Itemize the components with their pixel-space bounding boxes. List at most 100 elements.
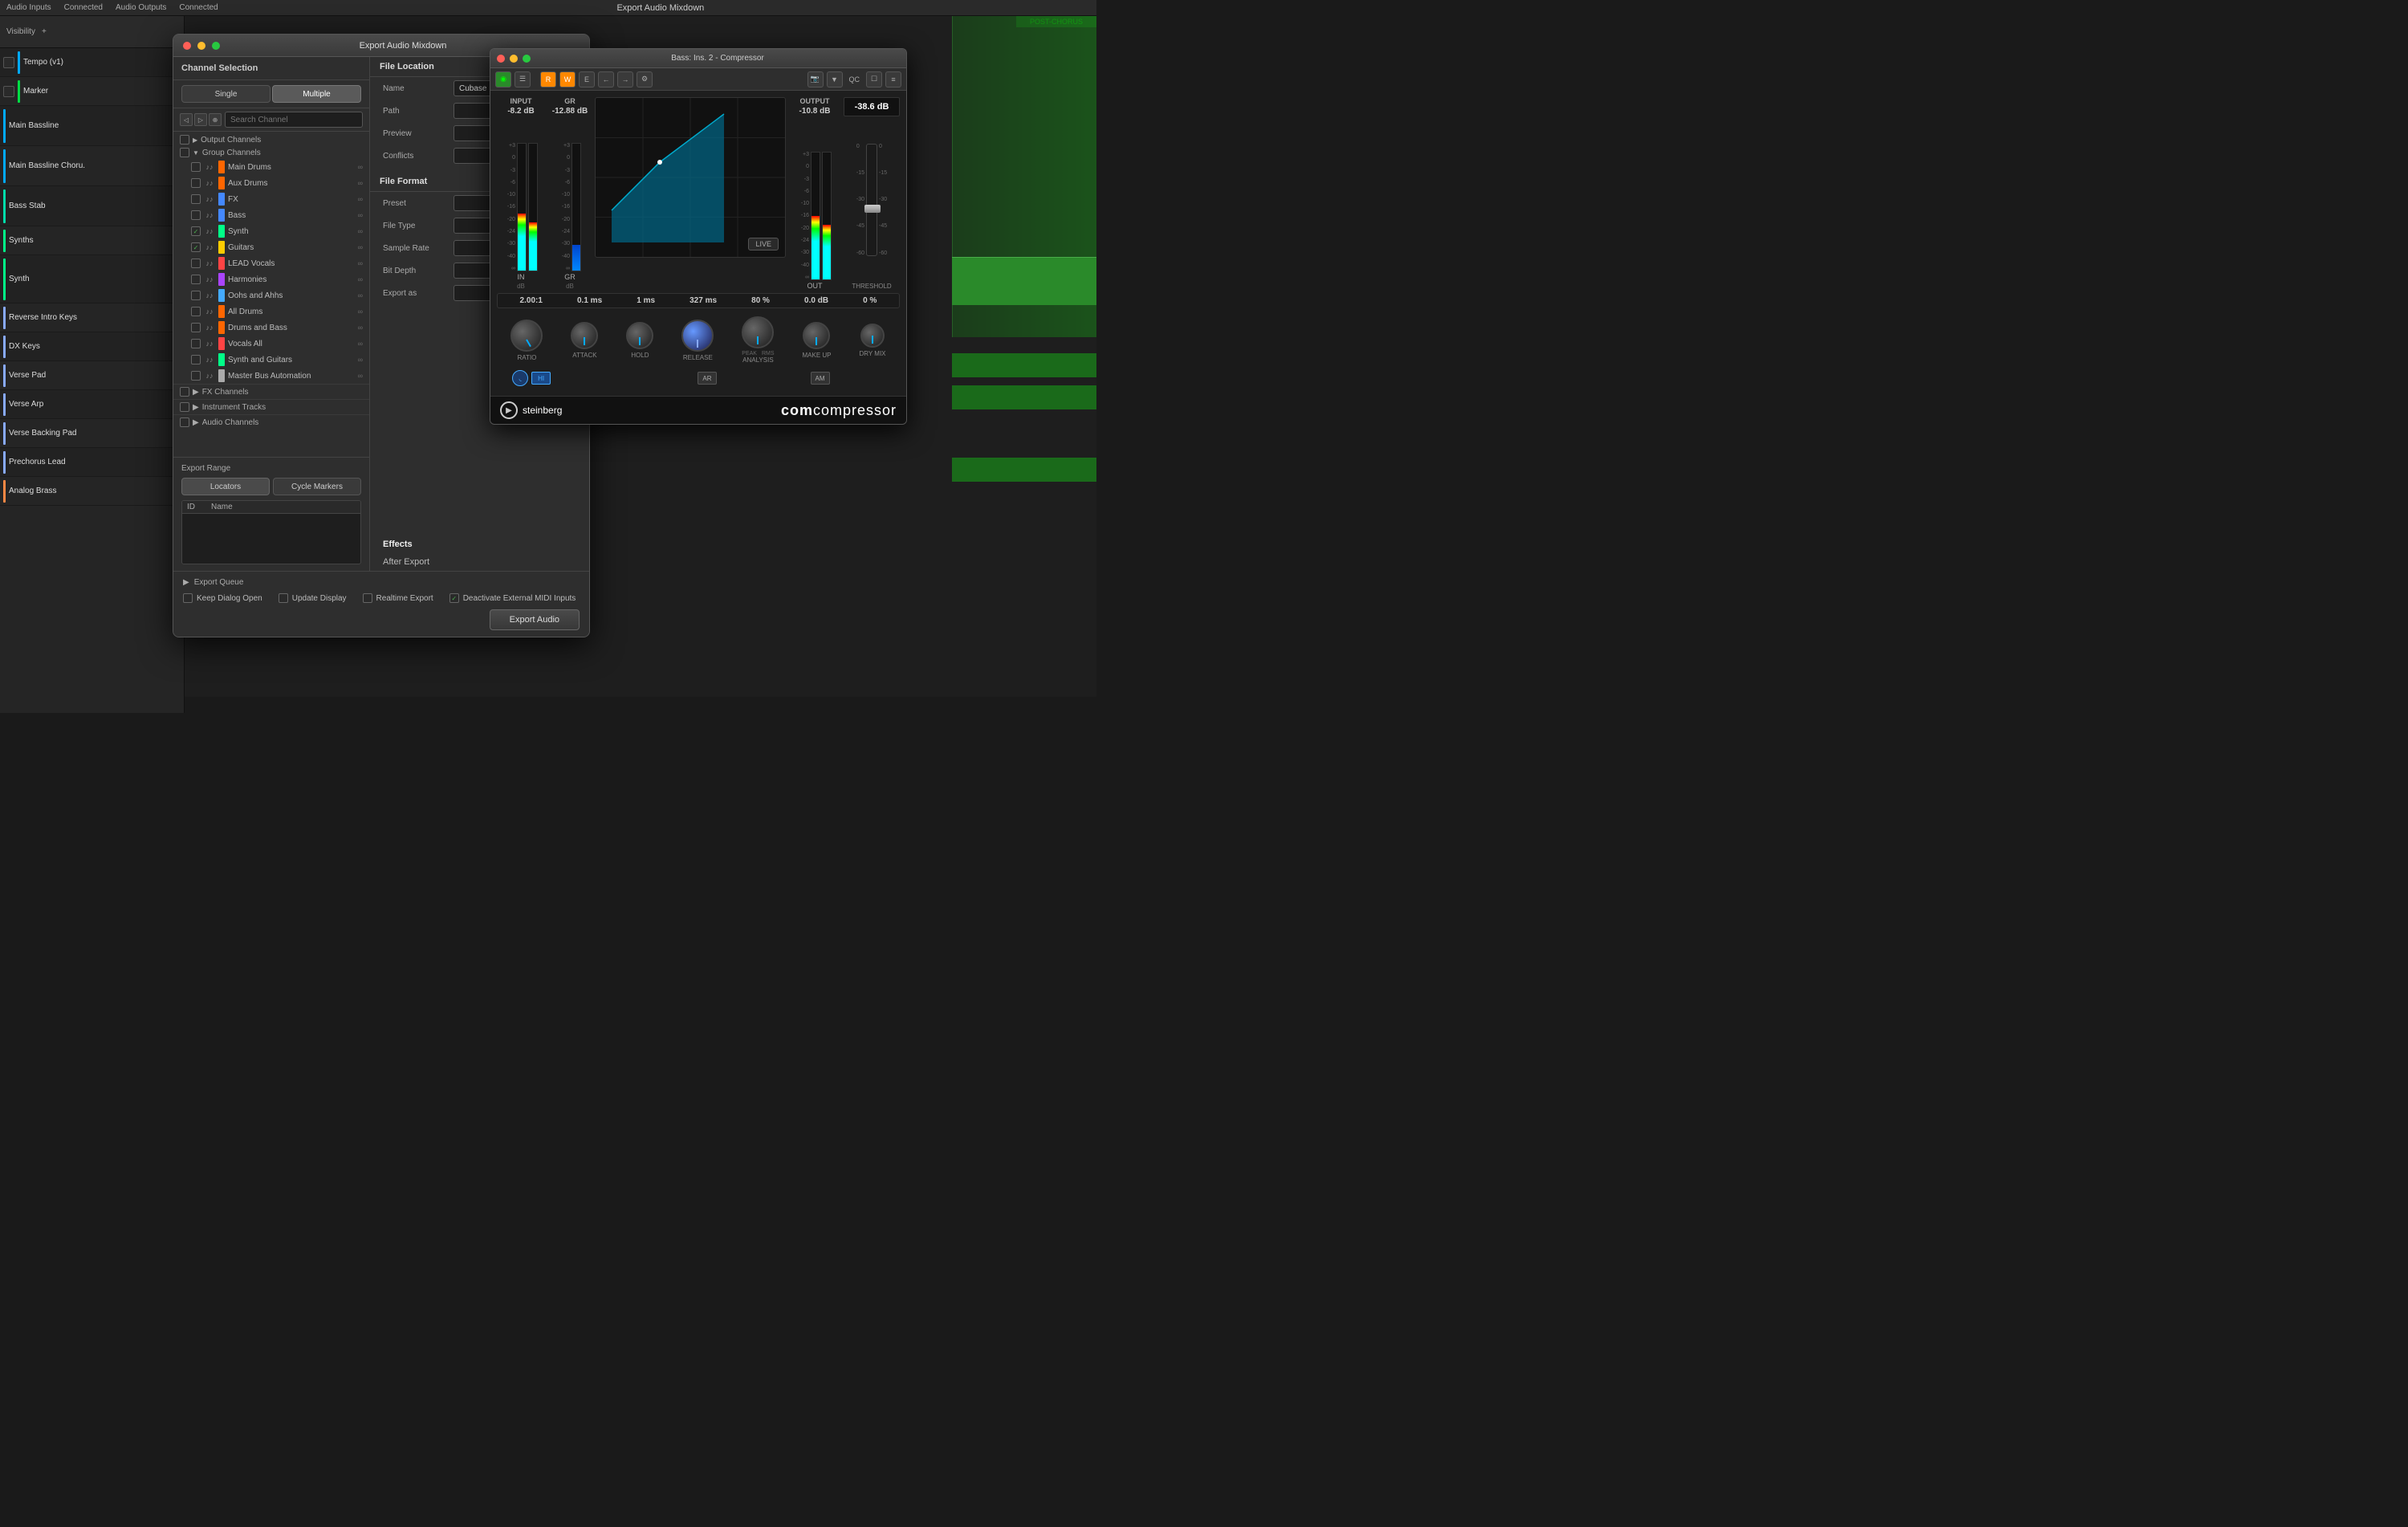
drymix-knob[interactable] — [860, 324, 885, 348]
search-row: ◁ ▷ ⊕ — [173, 108, 369, 132]
comp-maximize-icon[interactable] — [523, 55, 531, 63]
export-as-label: Export as — [383, 289, 447, 298]
live-btn[interactable]: LIVE — [748, 238, 779, 250]
release-knob[interactable] — [681, 320, 714, 352]
export-queue-header[interactable]: ▶ Export Queue — [183, 578, 580, 587]
channel-drums-bass[interactable]: ♪♪ Drums and Bass ∞ — [173, 320, 369, 336]
channel-main-drums[interactable]: ♪♪ Main Drums ∞ — [173, 159, 369, 175]
ratio-knob[interactable] — [510, 320, 543, 352]
oohs-ahhs-checkbox[interactable] — [191, 291, 201, 300]
fx-channels-checkbox[interactable] — [180, 387, 189, 397]
checkboxes-row: Keep Dialog Open Update Display Realtime… — [183, 593, 580, 603]
synth-checkbox[interactable]: ✓ — [191, 226, 201, 236]
output-channels-header[interactable]: ▶ Output Channels — [173, 133, 369, 146]
threshold-fader[interactable] — [866, 144, 877, 256]
link-icon[interactable]: ⊕ — [209, 113, 222, 126]
back-icon[interactable]: ◁ — [180, 113, 193, 126]
threshold-handle[interactable] — [864, 205, 881, 213]
forward-icon[interactable]: ▷ — [194, 113, 207, 126]
group-channels-header[interactable]: ▼ Group Channels — [173, 146, 369, 159]
comp-qc-btn2[interactable]: ≡ — [885, 71, 901, 88]
multiple-mode-btn[interactable]: Multiple — [272, 85, 361, 103]
range-id-col: ID — [187, 503, 195, 511]
comp-arrow-left-btn[interactable]: ← — [598, 71, 614, 88]
comp-minimize-icon[interactable] — [510, 55, 518, 63]
db-label1: dB — [517, 283, 525, 290]
fx-channels-header[interactable]: ▶ FX Channels — [173, 384, 369, 399]
update-display-item[interactable]: Update Display — [279, 593, 347, 603]
close-icon[interactable] — [183, 42, 191, 50]
comp-settings-icon[interactable]: ☰ — [515, 71, 531, 88]
channel-vocals-all[interactable]: ♪♪ Vocals All ∞ — [173, 336, 369, 352]
export-audio-button[interactable]: Export Audio — [490, 609, 580, 630]
audio-channels-header[interactable]: ▶ Audio Channels — [173, 414, 369, 430]
comp-camera-icon[interactable]: 📷 — [807, 71, 824, 88]
channel-all-drums[interactable]: ♪♪ All Drums ∞ — [173, 303, 369, 320]
aux-drums-checkbox[interactable] — [191, 178, 201, 188]
after-export-label[interactable]: After Export — [370, 553, 589, 571]
attack-knob[interactable] — [571, 322, 598, 349]
comp-gear-icon[interactable]: ⚙ — [637, 71, 653, 88]
synth-guitars-checkbox[interactable] — [191, 355, 201, 364]
channel-aux-drums[interactable]: ♪♪ Aux Drums ∞ — [173, 175, 369, 191]
channel-lead-vocals[interactable]: ♪♪ LEAD Vocals ∞ — [173, 255, 369, 271]
comp-e-btn[interactable]: E — [579, 71, 595, 88]
comp-power-btn[interactable]: ◉ — [495, 71, 511, 88]
bass-checkbox[interactable] — [191, 210, 201, 220]
ar-toggle[interactable]: AR — [698, 372, 717, 385]
comp-title: Bass: Ins. 2 - Compressor — [535, 54, 900, 63]
cycle-markers-btn[interactable]: Cycle Markers — [273, 478, 361, 495]
maximize-icon[interactable] — [212, 42, 220, 50]
channel-bass[interactable]: ♪♪ Bass ∞ — [173, 207, 369, 223]
master-bus-checkbox[interactable] — [191, 371, 201, 381]
single-mode-btn[interactable]: Single — [181, 85, 270, 103]
keep-dialog-open-item[interactable]: Keep Dialog Open — [183, 593, 262, 603]
channel-oohs-ahhs[interactable]: ♪♪ Oohs and Ahhs ∞ — [173, 287, 369, 303]
fx-checkbox[interactable] — [191, 194, 201, 204]
effects-label[interactable]: Effects — [370, 535, 589, 553]
locators-btn[interactable]: Locators — [181, 478, 270, 495]
channel-fx[interactable]: ♪♪ FX ∞ — [173, 191, 369, 207]
audio-channels-checkbox[interactable] — [180, 417, 189, 427]
output-channels-checkbox[interactable] — [180, 135, 189, 145]
update-display-checkbox[interactable] — [279, 593, 288, 603]
audio-outputs-label: Audio Outputs — [116, 3, 166, 12]
guitars-checkbox[interactable]: ✓ — [191, 242, 201, 252]
out-meter-bar1 — [811, 216, 820, 279]
realtime-export-item[interactable]: Realtime Export — [363, 593, 433, 603]
comp-arrow-down-btn[interactable]: ▼ — [827, 71, 843, 88]
comp-arrow-right-btn[interactable]: → — [617, 71, 633, 88]
deactivate-midi-checkbox[interactable]: ✓ — [449, 593, 459, 603]
instrument-tracks-checkbox[interactable] — [180, 402, 189, 412]
channel-guitars[interactable]: ✓ ♪♪ Guitars ∞ — [173, 239, 369, 255]
comp-qc-btn1[interactable]: ☐ — [866, 71, 882, 88]
keep-dialog-open-checkbox[interactable] — [183, 593, 193, 603]
makeup-knob[interactable] — [803, 322, 830, 349]
comp-r-btn[interactable]: R — [540, 71, 556, 88]
all-drums-checkbox[interactable] — [191, 307, 201, 316]
comp-close-icon[interactable] — [497, 55, 505, 63]
am-toggle[interactable]: AM — [811, 372, 830, 385]
drums-bass-checkbox[interactable] — [191, 323, 201, 332]
analysis-knob[interactable] — [742, 316, 774, 348]
minimize-icon[interactable] — [197, 42, 205, 50]
channel-harmonies[interactable]: ♪♪ Harmonies ∞ — [173, 271, 369, 287]
lead-vocals-checkbox[interactable] — [191, 259, 201, 268]
group-channels-checkbox[interactable] — [180, 148, 189, 157]
channel-master-bus[interactable]: ♪♪ Master Bus Automation ∞ — [173, 368, 369, 384]
add-track-icon[interactable]: + — [42, 27, 47, 36]
audio-outputs-status: Connected — [179, 3, 218, 12]
channel-synth[interactable]: ✓ ♪♪ Synth ∞ — [173, 223, 369, 239]
hold-knob[interactable] — [626, 322, 653, 349]
comp-w-btn[interactable]: W — [559, 71, 576, 88]
search-channel-input[interactable] — [225, 112, 363, 128]
deactivate-midi-item[interactable]: ✓ Deactivate External MIDI Inputs — [449, 593, 576, 603]
realtime-export-checkbox[interactable] — [363, 593, 372, 603]
channel-synth-guitars[interactable]: ♪♪ Synth and Guitars ∞ — [173, 352, 369, 368]
main-drums-checkbox[interactable] — [191, 162, 201, 172]
hi-toggle[interactable]: HI — [531, 372, 551, 385]
ratio-curve-toggle[interactable]: ◟ — [512, 370, 528, 386]
instrument-tracks-header[interactable]: ▶ Instrument Tracks — [173, 399, 369, 414]
vocals-all-checkbox[interactable] — [191, 339, 201, 348]
harmonies-checkbox[interactable] — [191, 275, 201, 284]
